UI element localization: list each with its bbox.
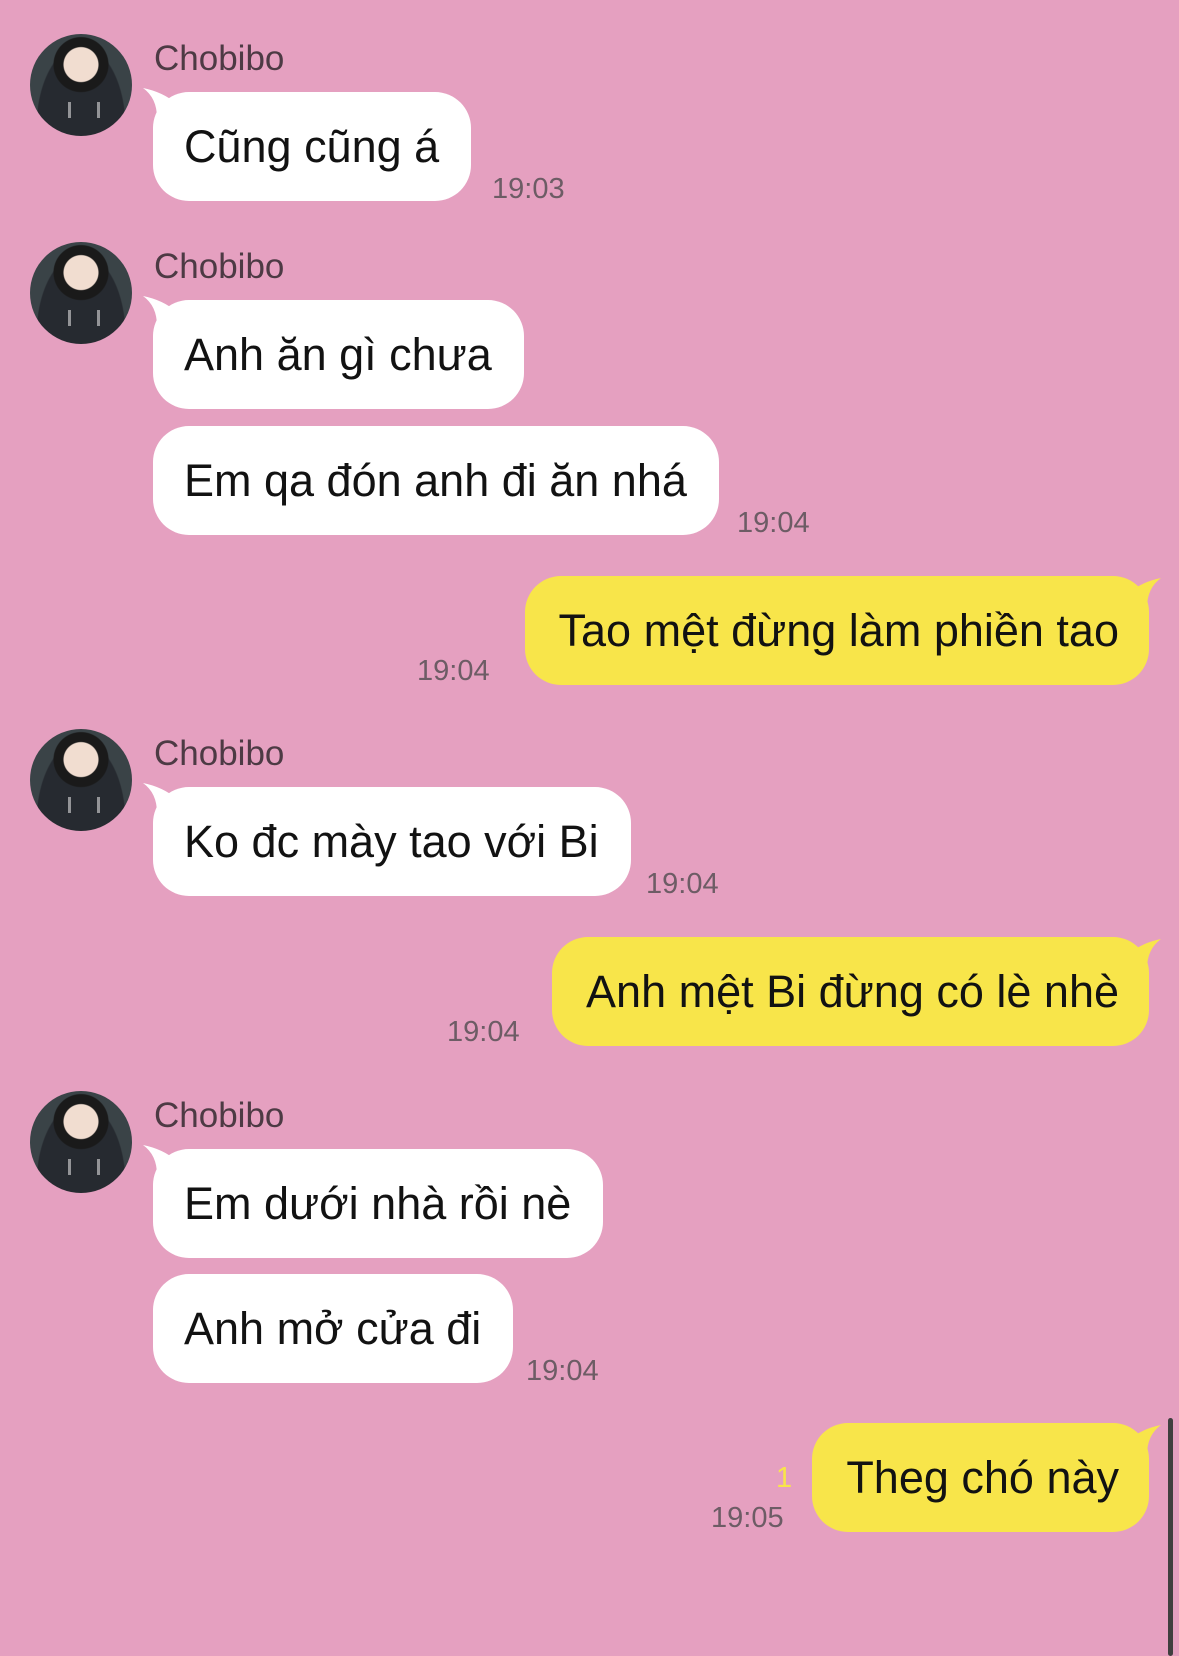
contact-avatar[interactable] (30, 729, 132, 831)
sender-name: Chobibo (154, 1096, 285, 1135)
message-bubble-outgoing[interactable]: Anh mệt Bi đừng có lè nhè (552, 937, 1149, 1046)
message-time: 19:03 (492, 173, 565, 205)
message-time: 19:04 (526, 1355, 599, 1387)
contact-avatar[interactable] (30, 242, 132, 344)
message-bubble-incoming[interactable]: Ko đc mày tao với Bi (153, 787, 631, 896)
unread-count: 1 (776, 1462, 793, 1494)
contact-avatar[interactable] (30, 1091, 132, 1193)
message-bubble-incoming[interactable]: Anh mở cửa đi (153, 1274, 514, 1383)
message-bubble-incoming[interactable]: Anh ăn gì chưa (153, 300, 524, 409)
sender-name: Chobibo (154, 39, 285, 78)
message-time: 19:04 (737, 507, 810, 539)
message-bubble-incoming[interactable]: Em dưới nhà rồi nè (153, 1149, 604, 1258)
message-bubble-outgoing[interactable]: Tao mệt đừng làm phiền tao (524, 576, 1149, 685)
message-bubble-outgoing[interactable]: Theg chó này (812, 1423, 1149, 1532)
message-time: 19:04 (417, 655, 490, 687)
contact-avatar[interactable] (30, 34, 132, 136)
message-time: 19:04 (646, 868, 719, 900)
sender-name: Chobibo (154, 734, 285, 773)
sender-name: Chobibo (154, 247, 285, 286)
message-bubble-incoming[interactable]: Em qa đón anh đi ăn nhá (153, 426, 719, 535)
message-time: 19:04 (447, 1016, 520, 1048)
message-bubble-incoming[interactable]: Cũng cũng á (153, 92, 472, 201)
scrollbar[interactable] (1168, 1418, 1173, 1656)
message-time: 19:05 (711, 1502, 784, 1534)
